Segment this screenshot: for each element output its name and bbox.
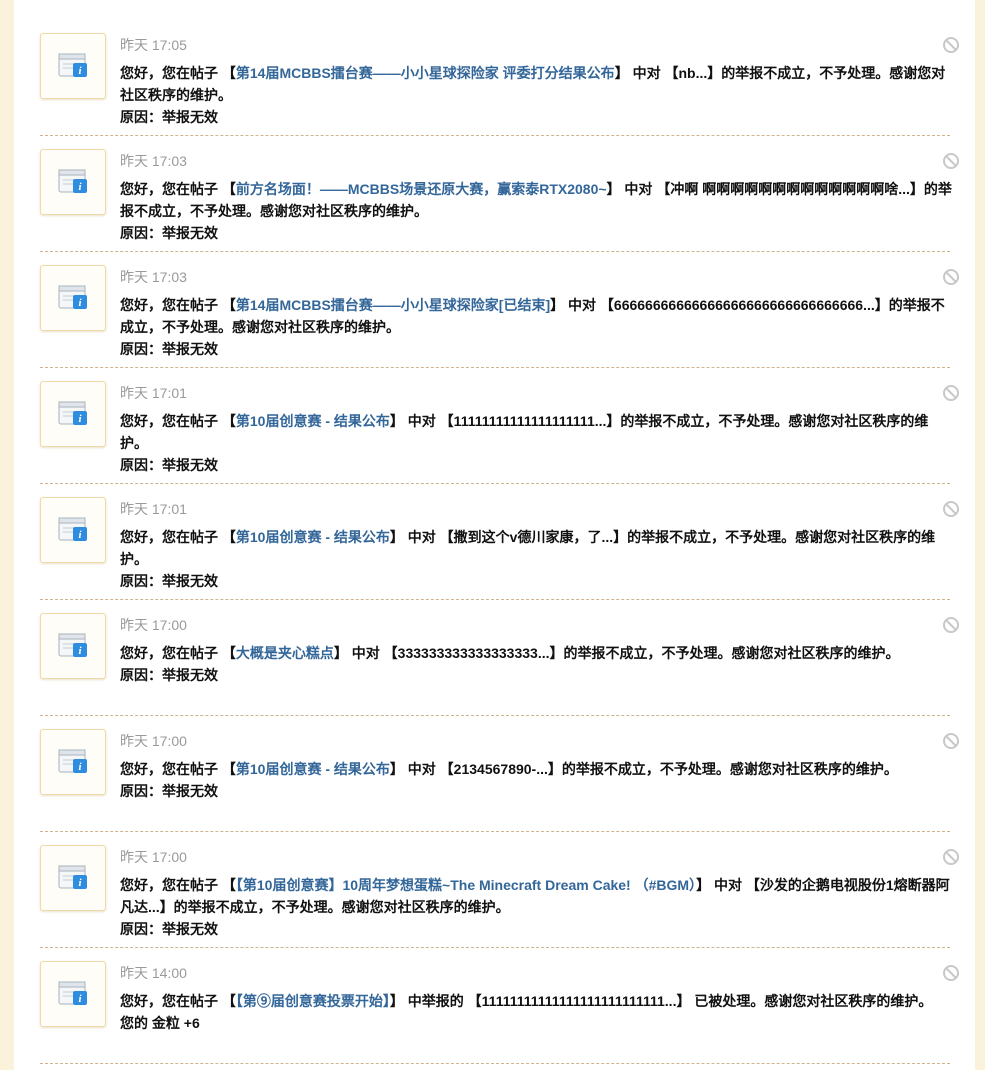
- list-item: i 昨天 17:00 您好，您在帖子 【第10届创意赛 - 结果公布】 中对 【…: [40, 717, 959, 832]
- notice-list: i 昨天 17:05 您好，您在帖子 【第14届MCBBS擂台赛——小小星球探险…: [40, 21, 959, 1065]
- ignore-icon[interactable]: [942, 152, 960, 170]
- system-notice-icon: i: [40, 265, 106, 331]
- notice-time: 昨天 17:00: [120, 733, 187, 749]
- notice-reason: 原因：举报无效: [120, 667, 218, 683]
- ignore-icon[interactable]: [942, 500, 960, 518]
- ignore-icon[interactable]: [942, 268, 960, 286]
- ignore-icon[interactable]: [942, 848, 960, 866]
- system-notice-icon: i: [40, 845, 106, 911]
- ignore-icon[interactable]: [942, 964, 960, 982]
- notice-reason: 原因：举报无效: [120, 109, 218, 125]
- notice-content: 您好，您在帖子 【【第10届创意赛】10周年梦想蛋糕~The Minecraft…: [120, 874, 955, 940]
- list-item: i 昨天 17:00 您好，您在帖子 【【第10届创意赛】10周年梦想蛋糕~Th…: [40, 833, 959, 948]
- notice-content: 您好，您在帖子 【第14届MCBBS擂台赛——小小星球探险家 评委打分结果公布】…: [120, 62, 955, 128]
- notice-reason: 原因：举报无效: [120, 225, 218, 241]
- notice-time: 昨天 17:01: [120, 501, 187, 517]
- notice-reason: 原因：举报无效: [120, 921, 218, 937]
- system-notice-icon: i: [40, 613, 106, 679]
- notice-content: 您好，您在帖子 【第10届创意赛 - 结果公布】 中对 【11111111111…: [120, 410, 955, 476]
- notice-time: 昨天 17:00: [120, 617, 187, 633]
- notice-time: 昨天 17:03: [120, 153, 187, 169]
- notice-content: 您好，您在帖子 【第10届创意赛 - 结果公布】 中对 【撒到这个v德川家康，了…: [120, 526, 955, 592]
- notice-time: 昨天 17:03: [120, 269, 187, 285]
- list-item: i 昨天 17:01 您好，您在帖子 【第10届创意赛 - 结果公布】 中对 【…: [40, 369, 959, 484]
- thread-link[interactable]: 前方名场面！——MCBBS场景还原大赛，赢索泰RTX2080~: [236, 181, 607, 197]
- thread-link[interactable]: 【第⑨届创意赛投票开始】: [236, 993, 390, 1009]
- thread-link[interactable]: 第10届创意赛 - 结果公布: [236, 529, 390, 545]
- ignore-icon[interactable]: [942, 732, 960, 750]
- system-notice-icon: i: [40, 381, 106, 447]
- thread-link[interactable]: 第14届MCBBS擂台赛——小小星球探险家 评委打分结果公布: [236, 65, 615, 81]
- notice-reason: 原因：举报无效: [120, 783, 218, 799]
- list-item: i 昨天 17:00 您好，您在帖子 【大概是夹心糕点】 中对 【3333333…: [40, 601, 959, 716]
- thread-link[interactable]: 【第10届创意赛】10周年梦想蛋糕~The Minecraft Dream Ca…: [236, 877, 696, 893]
- notice-content: 您好，您在帖子 【第10届创意赛 - 结果公布】 中对 【2134567890-…: [120, 758, 955, 802]
- thread-link[interactable]: 第10届创意赛 - 结果公布: [236, 413, 390, 429]
- notice-panel: i 昨天 17:05 您好，您在帖子 【第14届MCBBS擂台赛——小小星球探险…: [14, 0, 975, 1070]
- notice-content: 您好，您在帖子 【大概是夹心糕点】 中对 【333333333333333333…: [120, 642, 955, 686]
- notice-time: 昨天 17:05: [120, 37, 187, 53]
- thread-link[interactable]: 第10届创意赛 - 结果公布: [236, 761, 390, 777]
- list-item: i 昨天 17:05 您好，您在帖子 【第14届MCBBS擂台赛——小小星球探险…: [40, 21, 959, 136]
- list-item: i 昨天 14:00 您好，您在帖子 【【第⑨届创意赛投票开始】】 中举报的 【…: [40, 949, 959, 1064]
- ignore-icon[interactable]: [942, 36, 960, 54]
- ignore-icon[interactable]: [942, 384, 960, 402]
- thread-link[interactable]: 第14届MCBBS擂台赛——小小星球探险家[已结束]: [236, 297, 550, 313]
- list-item: i 昨天 17:03 您好，您在帖子 【第14届MCBBS擂台赛——小小星球探险…: [40, 253, 959, 368]
- notice-time: 昨天 17:00: [120, 849, 187, 865]
- notice-reason: 您的 金粒 +6: [120, 1015, 200, 1031]
- notice-reason: 原因：举报无效: [120, 457, 218, 473]
- notice-reason: 原因：举报无效: [120, 573, 218, 589]
- system-notice-icon: i: [40, 961, 106, 1027]
- system-notice-icon: i: [40, 33, 106, 99]
- thread-link[interactable]: 大概是夹心糕点: [236, 645, 334, 661]
- list-item: i 昨天 17:01 您好，您在帖子 【第10届创意赛 - 结果公布】 中对 【…: [40, 485, 959, 600]
- ignore-icon[interactable]: [942, 616, 960, 634]
- system-notice-icon: i: [40, 149, 106, 215]
- notice-content: 您好，您在帖子 【第14届MCBBS擂台赛——小小星球探险家[已结束]】 中对 …: [120, 294, 955, 360]
- list-item: i 昨天 17:03 您好，您在帖子 【前方名场面！——MCBBS场景还原大赛，…: [40, 137, 959, 252]
- notice-time: 昨天 14:00: [120, 965, 187, 981]
- notice-reason: 原因：举报无效: [120, 341, 218, 357]
- notice-content: 您好，您在帖子 【【第⑨届创意赛投票开始】】 中举报的 【11111111111…: [120, 990, 955, 1034]
- notice-time: 昨天 17:01: [120, 385, 187, 401]
- system-notice-icon: i: [40, 497, 106, 563]
- system-notice-icon: i: [40, 729, 106, 795]
- notice-content: 您好，您在帖子 【前方名场面！——MCBBS场景还原大赛，赢索泰RTX2080~…: [120, 178, 955, 244]
